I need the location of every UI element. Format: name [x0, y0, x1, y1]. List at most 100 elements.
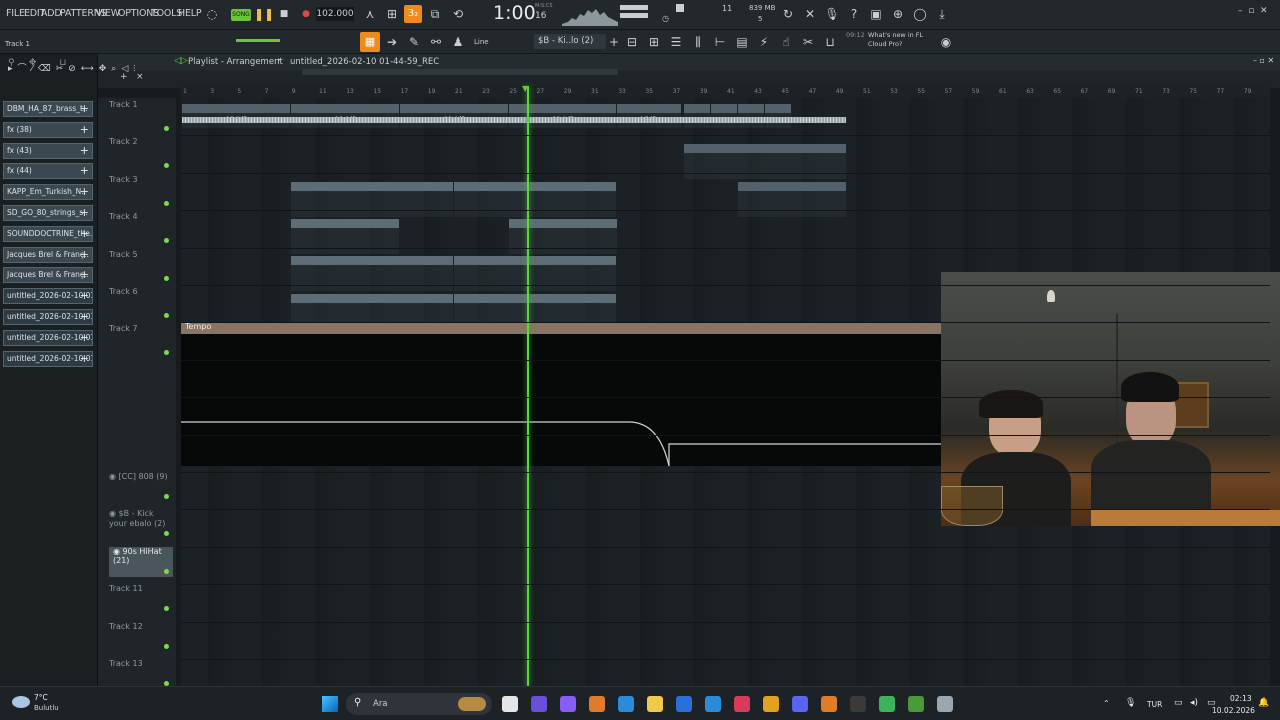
playlist-window-controls[interactable]: – ▫ ✕	[1253, 56, 1274, 65]
touch-icon[interactable]: ☝	[778, 34, 794, 50]
tools-icon[interactable]: ✕	[802, 6, 818, 22]
language-indicator[interactable]: TUR	[1147, 700, 1162, 709]
tempo-clip-header[interactable]: Tempo	[181, 322, 941, 334]
mixer-icon[interactable]: ⫼	[690, 34, 706, 50]
add-sample-icon[interactable]: +	[80, 268, 89, 282]
pattern-selector[interactable]: $B - Ki..lo (2)	[534, 34, 606, 49]
pattern-clip[interactable]: DBM_HA_87_bra..aybachs_Emin-10.4dB	[509, 104, 616, 128]
playhead[interactable]	[527, 86, 529, 686]
clock-date[interactable]: 10.02.2026	[1212, 706, 1255, 715]
piano-roll-icon[interactable]: ⊞	[646, 34, 662, 50]
track-name[interactable]: Track 2	[98, 137, 176, 146]
plug-icon[interactable]: ⚡	[756, 34, 772, 50]
download-icon[interactable]: ⤓	[934, 6, 950, 22]
pattern-clip[interactable]: $B - Bass (18)	[399, 182, 454, 217]
track-name[interactable]: Track 3	[98, 175, 176, 184]
browser-sample-item[interactable]: KAPP_Em_Turkish_N.. +	[3, 184, 93, 201]
wait-input-icon[interactable]: ⊞	[384, 6, 400, 22]
add-pattern-icon[interactable]: +	[606, 34, 622, 50]
countdown-button[interactable]: 3₂	[404, 5, 422, 23]
pattern-clip[interactable]: HI HAT [..TS (9)	[563, 219, 617, 254]
pattern-clip[interactable]: hat	[738, 182, 792, 217]
taskbar-app-icon[interactable]	[502, 696, 518, 712]
menu-view[interactable]: VIEW	[96, 8, 120, 19]
menu-file[interactable]: FILE	[6, 8, 25, 19]
pattern-clip[interactable]: DBM_HA_87_bra..aybachs_Emin-10.4dB	[400, 104, 508, 128]
browser-sample-item[interactable]: untitled_2026-02-10 01-..+	[3, 329, 93, 346]
track-led[interactable]	[164, 643, 169, 649]
track-name[interactable]: ◉ [CC] 808 (9)	[98, 472, 176, 481]
blend-notes-icon[interactable]: ⧉	[427, 6, 443, 22]
browser-sample-item[interactable]: untitled_2026-02-10 01-..+	[3, 350, 93, 367]
cart-icon[interactable]: ⊔	[822, 34, 838, 50]
song-mode-toggle[interactable]: SONG	[231, 9, 251, 21]
weather-temp[interactable]: 7°C	[34, 693, 48, 702]
pattern-clip[interactable]: HI HAT [..TS (9)	[291, 219, 345, 254]
menu-help[interactable]: HELP	[178, 8, 202, 19]
taskbar-app-icon[interactable]	[937, 696, 953, 712]
track-led[interactable]	[164, 350, 169, 356]
playhead-marker-icon[interactable]: ▼	[522, 84, 528, 93]
snap-plus-icon[interactable]: +	[120, 72, 128, 82]
track-name[interactable]: Track 13	[98, 659, 176, 668]
overview-scrollbar[interactable]	[302, 69, 618, 75]
taskbar-app-icon[interactable]	[560, 696, 576, 712]
stamp-icon[interactable]: ♟	[450, 34, 466, 50]
track-name[interactable]: Track 11	[98, 584, 176, 593]
plugin-icon[interactable]: ⊕	[890, 6, 906, 22]
track-name[interactable]: Track 12	[98, 622, 176, 631]
track-led[interactable]	[164, 200, 169, 206]
save-icon[interactable]: ▣	[868, 6, 884, 22]
pattern-clip[interactable]: 3..val	[684, 104, 710, 128]
browser-sample-item[interactable]: fx (38) +	[3, 121, 93, 138]
track-led[interactable]	[164, 238, 169, 244]
track-name[interactable]: Track 5	[98, 250, 176, 259]
taskbar-app-icon[interactable]	[792, 696, 808, 712]
browser-sample-item[interactable]: Jacques Brel & Franç.. +	[3, 246, 93, 263]
tempo-automation-curve[interactable]	[181, 334, 941, 466]
pattern-clip[interactable]: $B - Bass (18)	[291, 182, 345, 217]
add-sample-icon[interactable]: +	[80, 331, 89, 345]
pattern-clip[interactable]: 3..val	[738, 104, 764, 128]
taskbar-app-icon[interactable]	[908, 696, 924, 712]
taskbar-app-icon[interactable]	[618, 696, 634, 712]
browser-sample-item[interactable]: untitled_2026-02-10 01-..+	[3, 288, 93, 305]
volume-icon[interactable]: ◂)	[1190, 698, 1198, 708]
stop-icon[interactable]: ■	[276, 6, 292, 22]
add-sample-icon[interactable]: +	[80, 289, 89, 303]
browser-sample-item[interactable]: Jacques Brel & Franç.. +	[3, 267, 93, 284]
pencil-tool-icon[interactable]: ✎	[406, 34, 422, 50]
taskbar-app-icon[interactable]	[589, 696, 605, 712]
metronome-icon[interactable]: ⋏	[362, 6, 378, 22]
taskbar-app-icon[interactable]	[676, 696, 692, 712]
pattern-clip[interactable]: 3..val	[711, 104, 737, 128]
pause-icon[interactable]: ❚❚	[254, 6, 274, 22]
snap-mode-label[interactable]: Line	[474, 38, 489, 46]
pattern-clip[interactable]: $B - Bass (18)	[562, 182, 616, 217]
browser-sample-item[interactable]: fx (44) +	[3, 163, 93, 180]
track-led[interactable]	[164, 531, 169, 537]
track-led[interactable]	[164, 163, 169, 169]
playlist-arrow-icon[interactable]: ◁▷	[174, 56, 188, 66]
pattern-clip[interactable]: DBM_HA_87_bra..aybachs_Emin-10.4dB	[291, 104, 399, 128]
add-sample-icon[interactable]: +	[80, 227, 89, 241]
track-name[interactable]: Track 1	[98, 100, 176, 109]
track-name[interactable]: Track 4	[98, 212, 176, 221]
track-led[interactable]	[164, 275, 169, 281]
track-led[interactable]	[164, 494, 169, 499]
taskbar-app-icon[interactable]	[647, 696, 663, 712]
track-led[interactable]	[164, 568, 169, 574]
taskbar-app-icon[interactable]	[850, 696, 866, 712]
taskbar-app-icon[interactable]	[734, 696, 750, 712]
browser-sample-item[interactable]: fx (43) +	[3, 142, 93, 159]
chat-icon[interactable]: ◯	[912, 6, 928, 22]
master-pitch[interactable]	[620, 13, 648, 18]
weather-desc[interactable]: Bulutlu	[34, 704, 59, 712]
taskbar-app-icon[interactable]	[879, 696, 895, 712]
clock-time[interactable]: 02:13	[1230, 694, 1252, 703]
snap-icon[interactable]: ▦	[360, 32, 380, 52]
pattern-clip[interactable]: DBM_H.._Emin-4.3dB	[617, 104, 681, 128]
channel-rack-icon[interactable]: ☰	[668, 34, 684, 50]
master-volume[interactable]	[620, 5, 648, 10]
tempo-field[interactable]: 102.000	[316, 7, 354, 21]
